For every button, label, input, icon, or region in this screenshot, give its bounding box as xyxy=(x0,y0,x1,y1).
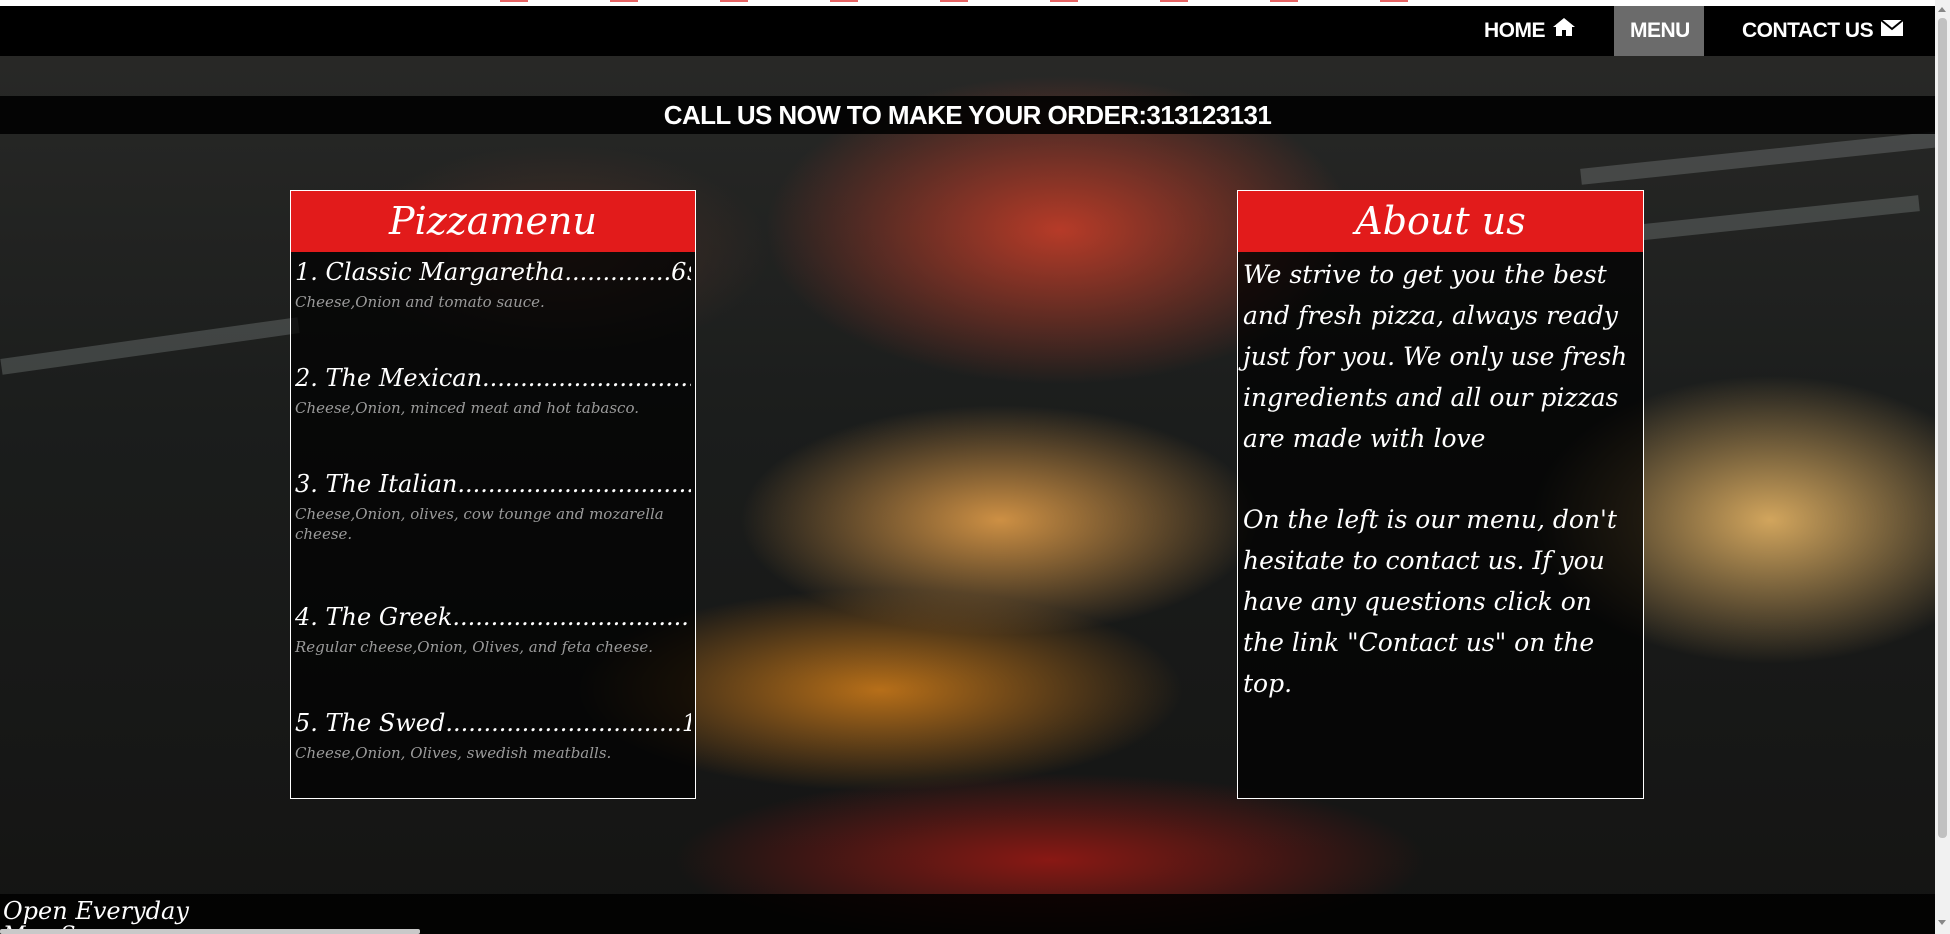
scroll-up-arrow-icon[interactable] xyxy=(1938,7,1946,12)
nav-contact-link[interactable]: CONTACT US xyxy=(1726,6,1930,56)
call-banner: CALL US NOW TO MAKE YOUR ORDER:313123131 xyxy=(0,96,1935,134)
page: HOME MENU CONTACT US CALL US NOW TO MAKE… xyxy=(0,0,1950,934)
background-stripe xyxy=(1580,131,1940,185)
about-us-panel: About us We strive to get you the best a… xyxy=(1237,190,1644,799)
opening-hours-title: Open Everyday xyxy=(3,897,189,925)
about-us-title: About us xyxy=(1238,191,1643,252)
menu-item-title: 2. The Mexican..........................… xyxy=(295,364,691,392)
nav-contact-label: CONTACT US xyxy=(1742,19,1874,42)
pizza-menu-list: 1. Classic Margaretha..............6$ Ch… xyxy=(291,252,695,798)
pizza-menu-panel: Pizzamenu 1. Classic Margaretha.........… xyxy=(290,190,696,799)
horizontal-scrollbar[interactable] xyxy=(0,929,420,934)
menu-item: 4. The Greek............................… xyxy=(295,597,691,703)
menu-item-description: Regular cheese,Onion, Olives, and feta c… xyxy=(295,638,654,656)
menu-item: 2. The Mexican..........................… xyxy=(295,358,691,464)
about-paragraph: We strive to get you the best and fresh … xyxy=(1243,260,1628,453)
footer: Open Everyday Mon-Sun 06:00 xyxy=(0,894,1935,934)
pizza-menu-title: Pizzamenu xyxy=(291,191,695,252)
menu-item-title: 5. The Swed.............................… xyxy=(295,709,691,737)
vertical-scrollbar[interactable] xyxy=(1935,0,1950,934)
nav-menu-link[interactable]: MENU xyxy=(1614,6,1704,56)
nav-home-label: HOME xyxy=(1484,19,1546,42)
menu-item: 3. The Italian..........................… xyxy=(295,464,691,597)
about-us-text: We strive to get you the best and fresh … xyxy=(1238,252,1643,704)
scrollbar-thumb[interactable] xyxy=(1938,18,1947,838)
nav-home-link[interactable]: HOME xyxy=(1468,6,1598,56)
menu-item-title: 3. The Italian..........................… xyxy=(295,470,691,498)
nav-menu-label: MENU xyxy=(1630,19,1690,42)
home-icon xyxy=(1552,6,1576,56)
background-stripe xyxy=(0,317,300,375)
menu-item-description: Cheese,Onion, olives, cow tounge and moz… xyxy=(295,505,664,543)
about-paragraph: On the left is our menu, don't hesitate … xyxy=(1243,505,1617,698)
menu-item: 5. The Swed.............................… xyxy=(295,703,691,798)
menu-item-description: Cheese,Onion and tomato sauce. xyxy=(295,293,545,311)
menu-item-title: 4. The Greek............................… xyxy=(295,603,691,631)
menu-item-description: Cheese,Onion, minced meat and hot tabasc… xyxy=(295,399,639,417)
menu-item-description: Cheese,Onion, Olives, swedish meatballs. xyxy=(295,744,612,762)
menu-item-title: 1. Classic Margaretha..............6$ xyxy=(295,258,691,286)
menu-item: 1. Classic Margaretha..............6$ Ch… xyxy=(295,252,691,358)
scroll-down-arrow-icon[interactable] xyxy=(1938,920,1946,925)
envelope-icon xyxy=(1880,6,1905,56)
call-banner-text: CALL US NOW TO MAKE YOUR ORDER:313123131 xyxy=(663,100,1272,130)
